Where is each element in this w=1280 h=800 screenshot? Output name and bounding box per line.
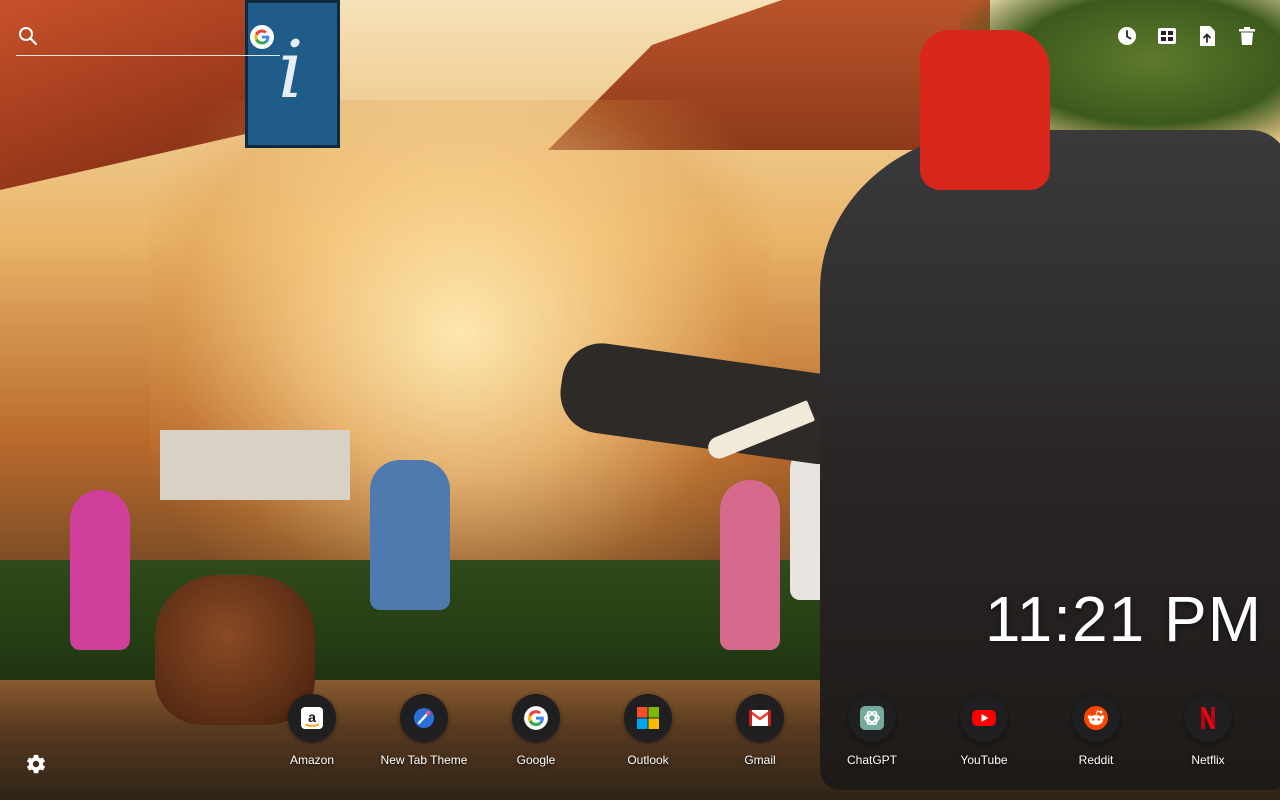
shortcut-google[interactable]: Google [480, 694, 592, 774]
shortcut-reddit[interactable]: Reddit [1040, 694, 1152, 774]
shortcut-label: Amazon [289, 753, 335, 767]
apps-grid-icon[interactable] [1156, 24, 1178, 48]
shortcut-new-tab-theme[interactable]: New Tab Theme [368, 694, 480, 774]
wallpaper-photo: i [0, 0, 1280, 800]
gear-icon[interactable] [25, 753, 47, 775]
gmail-icon [736, 694, 784, 742]
shortcut-label: Netflix [1191, 753, 1225, 767]
shortcut-label: ChatGPT [846, 753, 897, 767]
shortcut-netflix[interactable]: Netflix [1152, 694, 1264, 774]
amazon-icon: a [288, 694, 336, 742]
clock-time: 11:21 PM [984, 583, 1262, 655]
search-input[interactable] [46, 24, 246, 52]
toolbar [1116, 24, 1258, 48]
search-bar[interactable] [16, 22, 280, 56]
svg-text:a: a [308, 709, 316, 725]
google-icon [512, 694, 560, 742]
shortcut-chatgpt[interactable]: ChatGPT [816, 694, 928, 774]
shortcut-label: YouTube [960, 753, 1008, 767]
shortcut-outlook[interactable]: Outlook [592, 694, 704, 774]
file-upload-icon[interactable] [1196, 24, 1218, 48]
shortcut-amazon[interactable]: a Amazon [256, 694, 368, 774]
microsoft-icon [624, 694, 672, 742]
shortcut-label: Google [516, 753, 556, 767]
clock-icon[interactable] [1116, 24, 1138, 48]
youtube-icon [960, 694, 1008, 742]
shortcuts-dock: a Amazon New Tab Theme Google Outlook Gm… [256, 694, 1264, 774]
search-icon[interactable] [18, 26, 38, 46]
shortcut-label: New Tab Theme [380, 753, 468, 767]
new-tab-theme-icon [400, 694, 448, 742]
shortcut-youtube[interactable]: YouTube [928, 694, 1040, 774]
shortcut-label: Reddit [1078, 753, 1114, 767]
netflix-icon [1184, 694, 1232, 742]
google-icon[interactable] [250, 25, 274, 49]
shortcut-gmail[interactable]: Gmail [704, 694, 816, 774]
shortcut-label: Gmail [744, 753, 776, 767]
trash-icon[interactable] [1236, 24, 1258, 48]
reddit-icon [1072, 694, 1120, 742]
chatgpt-icon [848, 694, 896, 742]
shortcut-label: Outlook [627, 753, 669, 767]
